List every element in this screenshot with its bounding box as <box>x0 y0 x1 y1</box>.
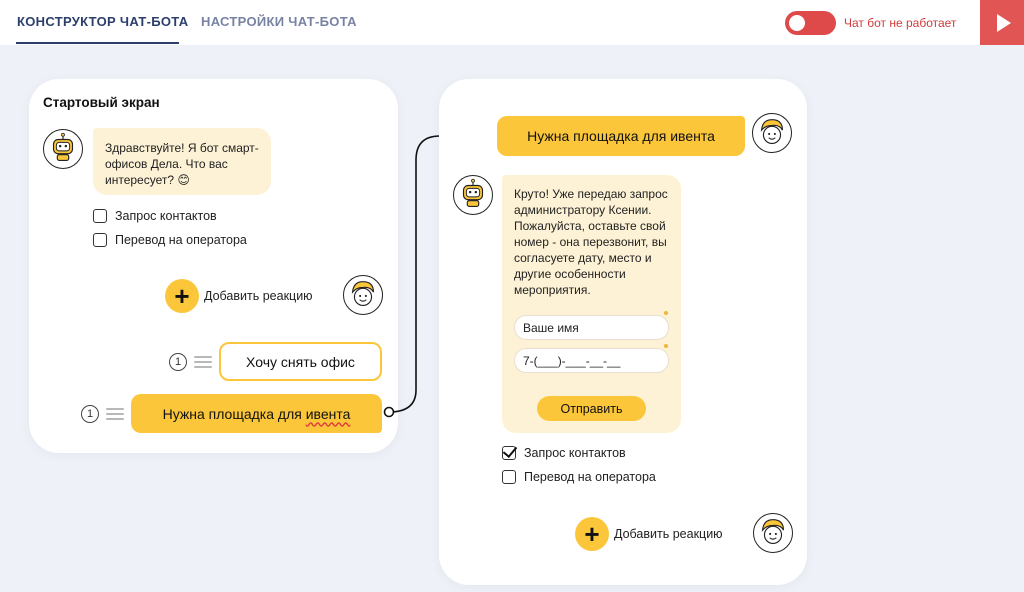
option-label: Перевод на оператора <box>524 470 656 484</box>
option-label: Запрос контактов <box>524 446 626 460</box>
name-input[interactable]: Ваше имя <box>514 315 669 340</box>
drag-handle-icon[interactable] <box>106 408 124 420</box>
tab-constructor[interactable]: КОНСТРУКТОР ЧАТ-БОТА <box>17 14 188 29</box>
run-button[interactable] <box>980 0 1024 45</box>
bot-status-text: Чат бот не работает <box>844 16 957 30</box>
option-contact-request[interactable]: Запрос контактов <box>502 446 626 460</box>
add-reaction-label: Добавить реакцию <box>614 527 723 541</box>
user-avatar-icon <box>343 275 383 315</box>
bot-status-toggle[interactable] <box>785 11 836 35</box>
phone-input[interactable]: 7-(___)-___-__-__ <box>514 348 669 373</box>
bot-response-text: Круто! Уже передаю запрос администратору… <box>514 187 668 297</box>
answer-number-badge: 1 <box>169 353 187 371</box>
required-marker <box>664 344 668 348</box>
plus-icon: + <box>165 279 199 313</box>
checkbox[interactable] <box>93 209 107 223</box>
top-bar: КОНСТРУКТОР ЧАТ-БОТА НАСТРОЙКИ ЧАТ-БОТА … <box>0 0 1024 45</box>
option-contact-request[interactable]: Запрос контактов <box>93 209 217 223</box>
answer-rent-office-button[interactable]: Хочу снять офис <box>219 342 382 381</box>
card-title: Стартовый экран <box>43 95 160 110</box>
option-label: Перевод на оператора <box>115 233 247 247</box>
required-marker <box>664 311 668 315</box>
add-reaction-button[interactable]: + Добавить реакцию <box>575 517 723 551</box>
option-transfer-operator[interactable]: Перевод на оператора <box>502 470 656 484</box>
tab-settings[interactable]: НАСТРОЙКИ ЧАТ-БОТА <box>201 14 357 29</box>
answer-event-venue-button[interactable]: Нужна площадка для ивента <box>131 394 382 433</box>
bot-avatar-icon <box>453 175 493 215</box>
checkbox-checked[interactable] <box>502 446 516 460</box>
user-avatar-icon <box>753 513 793 553</box>
add-reaction-button[interactable]: + Добавить реакцию <box>165 279 313 313</box>
bot-response-bubble[interactable]: Круто! Уже передаю запрос администратору… <box>502 175 681 433</box>
toggle-knob <box>789 15 805 31</box>
user-message-bubble[interactable]: Нужна площадка для ивента <box>497 116 745 156</box>
checkbox[interactable] <box>93 233 107 247</box>
bot-avatar-icon <box>43 129 83 169</box>
answer-number-badge: 1 <box>81 405 99 423</box>
add-reaction-label: Добавить реакцию <box>204 289 313 303</box>
checkbox[interactable] <box>502 470 516 484</box>
answer-label-misspelled-word: ивента <box>305 405 351 422</box>
drag-handle-icon[interactable] <box>194 356 212 368</box>
option-transfer-operator[interactable]: Перевод на оператора <box>93 233 247 247</box>
user-avatar-icon <box>752 113 792 153</box>
answer-label: Нужна площадка для <box>162 405 302 422</box>
submit-button[interactable]: Отправить <box>537 396 646 421</box>
option-label: Запрос контактов <box>115 209 217 223</box>
play-icon <box>997 13 1011 32</box>
bot-greeting-bubble[interactable]: Здравствуйте! Я бот смарт-офисов Дела. Ч… <box>93 128 271 195</box>
plus-icon: + <box>575 517 609 551</box>
active-tab-underline <box>16 42 179 44</box>
